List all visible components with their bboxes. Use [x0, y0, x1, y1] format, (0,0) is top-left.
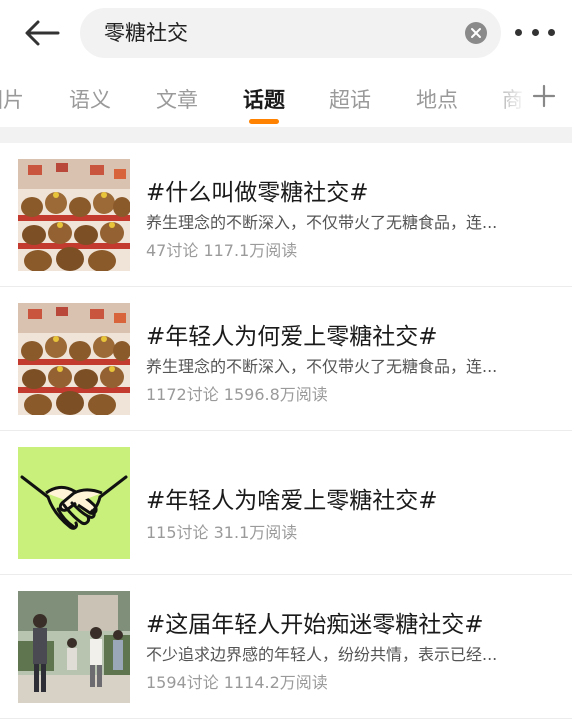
topic-title: #年轻人为啥爱上零糖社交#	[146, 488, 438, 514]
close-icon	[471, 28, 481, 38]
more-dot	[548, 28, 555, 36]
add-tab-button[interactable]	[530, 82, 558, 110]
more-options-button[interactable]	[515, 20, 555, 44]
tab-super-topics[interactable]: 超话	[329, 84, 371, 114]
plus-icon	[532, 84, 556, 108]
topic-stats: 115讨论 31.1万阅读	[146, 523, 298, 542]
topic-stats: 1594讨论 1114.2万阅读	[146, 673, 328, 692]
topic-result-item[interactable]: #这届年轻人开始痴迷零糖社交# 不少追求边界感的年轻人，纷纷共情，表示已经...…	[0, 575, 572, 719]
tab-images[interactable]: 图片	[0, 84, 24, 114]
tab-semantic[interactable]: 语义	[69, 84, 111, 114]
topic-thumbnail	[18, 303, 130, 415]
clear-search-button[interactable]	[465, 22, 487, 44]
topic-result-item[interactable]: #年轻人为啥爱上零糖社交# 115讨论 31.1万阅读	[0, 431, 572, 575]
topic-description: 不少追求边界感的年轻人，纷纷共情，表示已经...	[146, 645, 498, 664]
plush-toys-image	[18, 159, 130, 271]
topic-thumbnail	[18, 591, 130, 703]
topic-result-item[interactable]: #年轻人为何爱上零糖社交# 养生理念的不断深入，不仅带火了无糖食品，连... 1…	[0, 287, 572, 431]
more-dot	[531, 28, 539, 36]
topic-thumbnail	[18, 159, 130, 271]
tab-places[interactable]: 地点	[416, 84, 458, 114]
search-input[interactable]: 零糖社交	[80, 8, 501, 58]
topic-title: #这届年轻人开始痴迷零糖社交#	[146, 612, 484, 638]
tab-topics[interactable]: 话题	[243, 84, 285, 114]
people-outdoors-image	[18, 591, 130, 703]
topic-description: 养生理念的不断深入，不仅带火了无糖食品，连...	[146, 213, 498, 232]
search-query: 零糖社交	[104, 21, 188, 45]
topic-thumbnail	[18, 447, 130, 559]
plush-toys-image	[18, 303, 130, 415]
topic-title: #年轻人为何爱上零糖社交#	[146, 324, 438, 350]
topic-stats: 1172讨论 1596.8万阅读	[146, 385, 328, 404]
more-dots-icon	[515, 28, 522, 36]
search-bar: 零糖社交	[0, 0, 572, 64]
tab-articles[interactable]: 文章	[156, 84, 198, 114]
section-separator	[0, 127, 572, 143]
topic-result-item[interactable]: #什么叫做零糖社交# 养生理念的不断深入，不仅带火了无糖食品，连... 47讨论…	[0, 143, 572, 287]
active-tab-indicator	[249, 119, 279, 124]
topic-stats: 47讨论 117.1万阅读	[146, 241, 298, 260]
search-tabs: 图片 语义 文章 话题 超话 地点 商	[0, 70, 572, 126]
topic-title: #什么叫做零糖社交#	[146, 180, 369, 206]
item-divider	[0, 718, 572, 719]
back-button[interactable]	[20, 14, 64, 52]
topic-description: 养生理念的不断深入，不仅带火了无糖食品，连...	[146, 357, 498, 376]
arrow-left-icon	[25, 20, 60, 46]
handshake-icon	[18, 447, 130, 559]
